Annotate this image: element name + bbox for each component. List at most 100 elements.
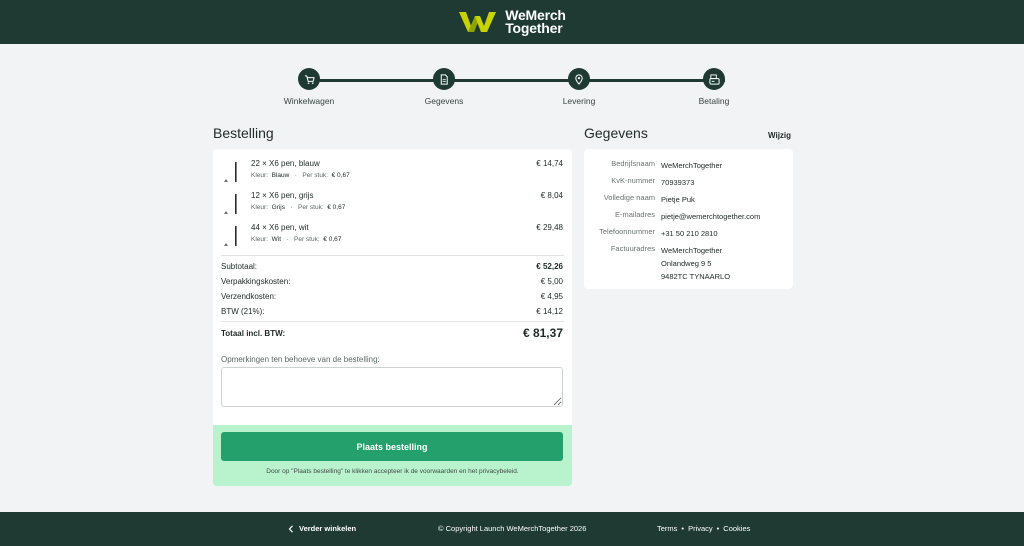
total-value: € 81,37 [522, 326, 563, 340]
detail-label: Bedrijfsnaam [611, 159, 655, 168]
detail-label: Volledige naam [603, 193, 655, 202]
detail-label: Factuuradres [610, 244, 655, 253]
unit-price-value: € 0,67 [331, 172, 350, 179]
packaging-value: € 5,00 [540, 277, 563, 286]
detail-value: +31 50 210 2810 [661, 229, 718, 238]
subtotal-value: € 52,26 [536, 262, 563, 271]
color-label: Kleur: [251, 236, 268, 243]
unit-price-label: Per stuk: [302, 172, 328, 179]
step-gegevens[interactable]: Gegevens [399, 68, 489, 106]
place-order-button[interactable]: Plaats bestelling [221, 432, 563, 461]
packaging-label: Verpakkingskosten: [221, 277, 291, 286]
unit-price-value: € 0,67 [327, 204, 346, 211]
edit-details-link[interactable]: Wijzig [768, 131, 791, 140]
step-circle [298, 68, 320, 90]
meta-separator: · [294, 172, 297, 179]
order-card: 22 × X6 pen, blauw Kleur: Blauw · Per st… [213, 149, 572, 425]
logo-line-2: Together [505, 20, 563, 36]
stepper-line [309, 79, 725, 82]
vat-label: BTW (21%): [221, 307, 265, 316]
item-meta: Kleur: Blauw · Per stuk: € 0,67 [251, 172, 350, 179]
remarks-textarea[interactable] [221, 367, 563, 407]
terms-note: Door op "Plaats bestelling" te klikken a… [266, 468, 519, 475]
site-header: WeMerch Together [0, 0, 1024, 44]
item-name: 12 × X6 pen, grijs [251, 191, 314, 200]
divider [221, 255, 564, 256]
step-betaling[interactable]: Betaling [669, 68, 759, 106]
detail-value: pietje@wemerchtogether.com [661, 212, 761, 221]
payment-icon [708, 73, 720, 85]
site-footer: Verder winkelen © Copyright Launch WeMer… [0, 512, 1024, 546]
item-price: € 29,48 [536, 223, 563, 232]
item-meta: Kleur: Wit · Per stuk: € 0,67 [251, 236, 341, 243]
color-value: Grijs [271, 204, 285, 211]
detail-value: Pietje Puk [661, 195, 695, 204]
copyright: © Copyright Launch WeMerchTogether 2026 [438, 524, 587, 533]
step-circle [703, 68, 725, 90]
unit-price-value: € 0,67 [323, 236, 342, 243]
step-circle [568, 68, 590, 90]
order-item: 22 × X6 pen, blauw Kleur: Blauw · Per st… [221, 157, 564, 185]
logo[interactable]: WeMerch Together [458, 8, 566, 36]
subtotal-label: Subtotaal: [221, 262, 258, 271]
item-meta: Kleur: Grijs · Per stuk: € 0,67 [251, 204, 345, 211]
address-line-3: 9482TC TYNAARLO [661, 272, 731, 281]
cart-icon [304, 74, 315, 84]
color-value: Blauw [271, 172, 290, 179]
packaging-row: Verpakkingskosten: € 5,00 [221, 277, 564, 289]
item-name: 44 × X6 pen, wit [251, 223, 309, 232]
detail-value: WeMerchTogether [661, 161, 723, 170]
unit-price-label: Per stuk: [294, 236, 320, 243]
step-circle [433, 68, 455, 90]
meta-separator: · [286, 236, 289, 243]
pen-thumbnail-icon [224, 162, 237, 182]
pen-thumbnail-icon [224, 226, 237, 246]
pen-thumbnail-icon [224, 194, 237, 214]
cookies-link[interactable]: Cookies [723, 524, 750, 533]
place-order-section: Plaats bestelling Door op "Plaats bestel… [213, 425, 572, 486]
subtotal-row: Subtotaal: € 52,26 [221, 262, 564, 274]
order-item: 44 × X6 pen, wit Kleur: Wit · Per stuk: … [221, 221, 564, 249]
checkout-stepper: Winkelwagen Gegevens Levering Betaling [284, 68, 749, 108]
item-price: € 14,74 [536, 159, 563, 168]
item-price: € 8,04 [540, 191, 563, 200]
vat-row: BTW (21%): € 14,12 [221, 307, 564, 319]
footer-separator: • [681, 524, 685, 533]
color-value: Wit [271, 236, 281, 243]
step-levering[interactable]: Levering [534, 68, 624, 106]
privacy-link[interactable]: Privacy [688, 524, 713, 533]
order-item: 12 × X6 pen, grijs Kleur: Grijs · Per st… [221, 189, 564, 217]
document-icon [440, 73, 448, 85]
shipping-row: Verzendkosten: € 4,95 [221, 292, 564, 304]
detail-label: Telefoonnummer [599, 227, 655, 236]
logo-text: WeMerch Together [505, 8, 566, 36]
color-label: Kleur: [251, 172, 268, 179]
total-label: Totaal incl. BTW: [221, 329, 286, 338]
detail-label: KvK-nummer [611, 176, 655, 185]
shipping-value: € 4,95 [540, 292, 563, 301]
step-label: Winkelwagen [283, 96, 335, 106]
details-card: Bedrijfsnaam WeMerchTogether KvK-nummer … [584, 149, 793, 289]
footer-links: Terms • Privacy • Cookies [657, 524, 750, 533]
detail-value: 70939373 [661, 178, 695, 187]
order-title: Bestelling [213, 125, 274, 141]
color-label: Kleur: [251, 204, 268, 211]
terms-link[interactable]: Terms [657, 524, 677, 533]
detail-value: WeMerchTogether Onlandweg 9 5 9482TC TYN… [661, 244, 730, 283]
meta-separator: · [290, 204, 293, 211]
details-title: Gegevens [584, 125, 648, 141]
shipping-label: Verzendkosten: [221, 292, 277, 301]
item-name: 22 × X6 pen, blauw [251, 159, 320, 168]
continue-shopping-link[interactable]: Verder winkelen [288, 524, 356, 533]
divider [221, 321, 564, 322]
chevron-left-icon [288, 524, 293, 533]
step-label: Levering [562, 96, 596, 106]
footer-separator: • [716, 524, 720, 533]
address-line-1: WeMerchTogether [661, 246, 723, 255]
continue-shopping-label: Verder winkelen [299, 524, 357, 533]
step-label: Betaling [698, 96, 730, 106]
step-winkelwagen[interactable]: Winkelwagen [264, 68, 354, 106]
logo-mark-icon [459, 12, 497, 32]
location-pin-icon [575, 73, 583, 85]
unit-price-label: Per stuk: [297, 204, 324, 211]
